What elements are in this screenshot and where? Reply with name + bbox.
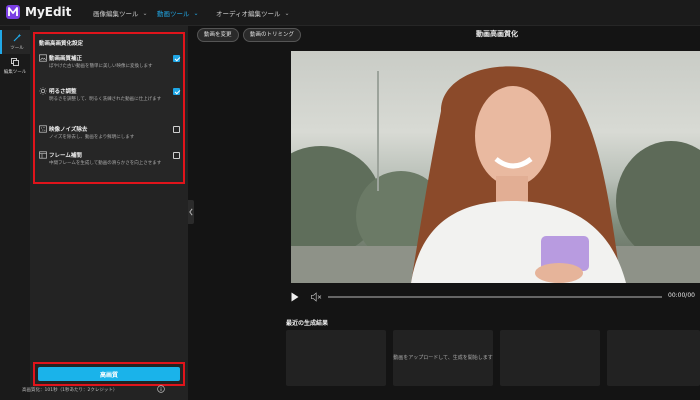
rail-item-edit-tools[interactable]: 編集ツール [0, 54, 30, 78]
page-title: 動画高画質化 [476, 30, 518, 38]
nav-label: 動画ツール [157, 10, 190, 18]
option-title: 動画画質補正 [49, 56, 83, 62]
video-preview[interactable] [291, 51, 700, 283]
chevron-left-icon [189, 208, 193, 216]
checkbox-denoise[interactable] [173, 126, 180, 133]
time-display: 00:00/00 [668, 292, 695, 299]
rail-label: 編集ツール [3, 70, 27, 75]
cta-highlight: 高画質 [33, 362, 185, 386]
checkbox-video-quality[interactable] [173, 55, 180, 62]
volume-muted-icon[interactable] [311, 292, 322, 302]
settings-title: 動画高画質化設定 [39, 41, 84, 47]
denoise-icon [39, 125, 47, 133]
option-desc: ぼやけた古い動画を簡単に美しい映像に変換します [49, 64, 153, 69]
result-thumb [500, 330, 600, 386]
myedit-logo-icon [6, 5, 20, 19]
chevron-down-icon: ⌄ [193, 9, 199, 17]
chevron-down-icon: ⌄ [284, 9, 290, 17]
play-icon[interactable] [291, 292, 299, 302]
seek-bar[interactable] [328, 296, 662, 298]
recent-results-title: 最近の生成結果 [286, 320, 329, 327]
option-desc: 明るさを調整して、明るく洗練された動画に仕上げます [49, 97, 162, 102]
checkbox-brightness[interactable] [173, 88, 180, 95]
option-title: フレーム補間 [49, 153, 82, 159]
nav-video-tools[interactable]: 動画ツール ⌄ [157, 0, 199, 26]
option-desc: 中間フレームを生成して動画の滑らかさを向上させます [49, 161, 162, 166]
main-area: 動画を変更 動画のトリミング 動画高画質化 00:00/00 最近の生成結果 動… [194, 26, 700, 400]
brightness-icon [39, 87, 47, 95]
option-denoise[interactable]: 映像ノイズ除去 ノイズを除去し、動画をより鮮明にします [35, 124, 183, 152]
nav-label: 画像編集ツール [93, 10, 139, 18]
option-frame-interpolation[interactable]: フレーム補間 中間フレームを生成して動画の滑らかさを向上させます [35, 150, 183, 178]
trim-video-button[interactable]: 動画のトリミング [243, 28, 302, 42]
change-video-button[interactable]: 動画を変更 [197, 28, 239, 42]
nav-label: オーディオ編集ツール [216, 10, 281, 18]
chevron-down-icon: ⌄ [142, 9, 148, 17]
video-controls: 00:00/00 [286, 289, 700, 305]
option-desc: ノイズを除去し、動画をより鮮明にします [49, 135, 135, 140]
magic-wand-icon [13, 33, 22, 42]
settings-box: 動画高画質化設定 動画画質補正 ぼやけた古い動画を簡単に美しい映像に変換します … [33, 32, 185, 184]
rail-item-tools[interactable]: ツール [0, 30, 30, 54]
result-thumb [286, 330, 386, 386]
app-name: MyEdit [25, 5, 72, 19]
option-title: 明るさ調整 [49, 89, 77, 95]
settings-panel: 動画高画質化設定 動画画質補正 ぼやけた古い動画を簡単に美しい映像に変換します … [30, 26, 188, 400]
option-title: 映像ノイズ除去 [49, 127, 88, 133]
credit-info: 高画質化：101秒（1秒あたり：2クレジット） [22, 388, 118, 393]
info-icon[interactable] [157, 385, 165, 393]
video-frame-illustration [291, 66, 700, 283]
rail-label: ツール [10, 46, 24, 51]
upload-message: 動画をアップロードして、生成を開始します [393, 355, 493, 361]
option-video-quality[interactable]: 動画画質補正 ぼやけた古い動画を簡単に美しい映像に変換します [35, 53, 183, 81]
enhance-button[interactable]: 高画質 [38, 367, 180, 381]
layers-icon [11, 58, 19, 66]
left-rail: ツール 編集ツール [0, 26, 30, 400]
option-brightness[interactable]: 明るさ調整 明るさを調整して、明るく洗練された動画に仕上げます [35, 86, 183, 114]
nav-image-tools[interactable]: 画像編集ツール ⌄ [93, 0, 148, 26]
app-logo[interactable]: MyEdit [6, 5, 71, 19]
checkbox-frame-interpolation[interactable] [173, 152, 180, 159]
top-bar: MyEdit 画像編集ツール ⌄ 動画ツール ⌄ オーディオ編集ツール ⌄ [0, 0, 700, 26]
image-enhance-icon [39, 54, 47, 62]
result-thumb [607, 330, 700, 386]
nav-audio-tools[interactable]: オーディオ編集ツール ⌄ [216, 0, 290, 26]
result-thumb: 動画をアップロードして、生成を開始します [393, 330, 493, 386]
frame-icon [39, 151, 47, 159]
